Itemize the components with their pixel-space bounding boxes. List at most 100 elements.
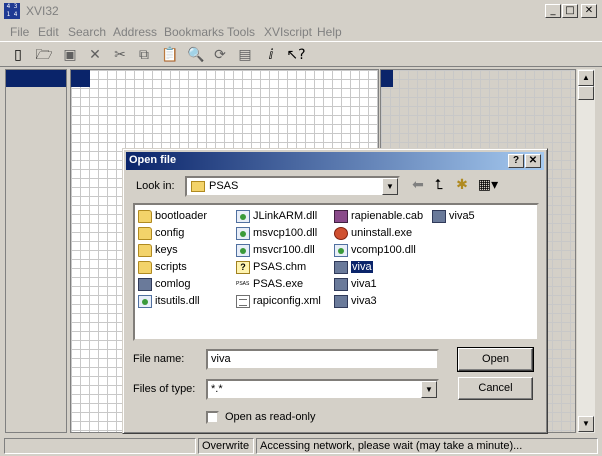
xml-file-icon: [236, 294, 250, 308]
list-item[interactable]: msvcp100.dll: [236, 225, 317, 241]
files-of-type-value: *.*: [211, 383, 223, 395]
window-title: XVI32: [26, 4, 59, 18]
list-item[interactable]: vcomp100.dll: [334, 242, 416, 258]
readonly-label: Open as read-only: [225, 411, 316, 423]
new-icon[interactable]: ▯: [8, 46, 28, 64]
dll-icon: [236, 209, 250, 223]
cancel-button[interactable]: Cancel: [458, 377, 533, 400]
open-icon[interactable]: 🗁: [34, 46, 54, 64]
text-cursor: [381, 70, 393, 87]
status-mode: Overwrite: [198, 438, 254, 454]
look-in-value: PSAS: [209, 180, 239, 192]
cut-icon[interactable]: ✂: [110, 46, 130, 64]
menu-bar: File Edit Search Address Bookmarks Tools…: [0, 22, 602, 41]
menu-search[interactable]: Search: [68, 25, 106, 39]
properties-icon[interactable]: ▤: [235, 46, 255, 64]
view-menu-icon[interactable]: ▦▾: [475, 176, 501, 194]
close-button[interactable]: ✕: [581, 4, 597, 18]
folder-icon: [138, 209, 152, 223]
list-item[interactable]: JLinkARM.dll: [236, 208, 317, 224]
title-bar: 4 3 1 4 XVI32 _ □ ✕: [0, 0, 602, 22]
list-item[interactable]: itsutils.dll: [138, 293, 200, 309]
open-button[interactable]: Open: [457, 347, 534, 372]
status-cell-1: [4, 438, 196, 454]
list-item[interactable]: scripts: [138, 259, 187, 275]
dialog-title: Open file: [129, 154, 177, 166]
uninstall-icon: [334, 226, 348, 240]
look-in-combo[interactable]: PSAS ▼: [185, 176, 400, 197]
folder-icon: [138, 260, 152, 274]
list-item[interactable]: uninstall.exe: [334, 225, 412, 241]
up-folder-icon[interactable]: ⮤: [429, 176, 449, 194]
list-item[interactable]: viva1: [334, 276, 377, 292]
menu-bookmarks[interactable]: Bookmarks: [164, 25, 224, 39]
copy-icon[interactable]: ⧉: [134, 46, 154, 64]
menu-tools[interactable]: Tools: [227, 25, 255, 39]
menu-address[interactable]: Address: [113, 25, 157, 39]
menu-help[interactable]: Help: [317, 25, 342, 39]
paste-icon[interactable]: 📋: [160, 46, 180, 64]
list-item[interactable]: config: [138, 225, 184, 241]
list-item[interactable]: comlog: [138, 276, 190, 292]
new-folder-icon[interactable]: ✱: [452, 176, 472, 194]
exe-icon: [138, 277, 152, 291]
exe-icon: [432, 209, 446, 223]
list-item[interactable]: rapienable.cab: [334, 208, 423, 224]
status-bar: Overwrite Accessing network, please wait…: [0, 436, 602, 456]
folder-icon: [138, 243, 152, 257]
minimize-button[interactable]: _: [545, 4, 561, 18]
dll-icon: [138, 294, 152, 308]
help-file-icon: ?: [236, 260, 250, 274]
file-name-label: File name:: [133, 353, 185, 365]
dialog-help-button[interactable]: ?: [508, 154, 524, 168]
file-list[interactable]: bootloader config keys scripts comlog it…: [133, 203, 539, 341]
app-exe-icon: PSAS: [236, 280, 250, 287]
dialog-title-bar: Open file ? ✕: [126, 152, 544, 170]
app-icon: 4 3 1 4: [4, 3, 20, 19]
look-in-label: Look in:: [136, 180, 175, 192]
info-icon[interactable]: ⅈ: [261, 46, 281, 64]
list-item-selected[interactable]: viva: [334, 259, 373, 275]
list-item[interactable]: keys: [138, 242, 178, 258]
menu-xviscript[interactable]: XVIscript: [264, 25, 312, 39]
delete-icon[interactable]: ✕: [85, 46, 105, 64]
files-of-type-label: Files of type:: [133, 383, 196, 395]
menu-file[interactable]: File: [10, 25, 29, 39]
chevron-down-icon[interactable]: ▼: [382, 178, 398, 195]
hex-cursor: [71, 70, 90, 87]
scroll-down-icon[interactable]: ▼: [578, 416, 594, 432]
find-icon[interactable]: 🔍: [186, 46, 206, 64]
scroll-up-icon[interactable]: ▲: [578, 70, 594, 86]
dll-icon: [236, 226, 250, 240]
vertical-scrollbar[interactable]: ▲ ▼: [577, 69, 595, 433]
list-item[interactable]: PSAS PSAS.exe: [236, 276, 303, 292]
scroll-thumb[interactable]: [578, 86, 594, 100]
dll-icon: [236, 243, 250, 257]
exe-icon: [334, 294, 348, 308]
chevron-down-icon[interactable]: ▼: [421, 381, 437, 398]
replace-icon[interactable]: ⟳: [210, 46, 230, 64]
help-icon[interactable]: ↖?: [286, 46, 306, 64]
dialog-close-button[interactable]: ✕: [525, 154, 541, 168]
folder-icon: [191, 181, 205, 192]
list-item[interactable]: viva5: [432, 208, 475, 224]
readonly-checkbox[interactable]: [206, 411, 219, 424]
open-file-dialog: Open file ? ✕ Look in: PSAS ▼ ⬅ ⮤ ✱ ▦▾ b…: [122, 148, 548, 434]
list-item[interactable]: msvcr100.dll: [236, 242, 315, 258]
maximize-button[interactable]: □: [562, 4, 578, 18]
toolbar: ▯ 🗁 ▣ ✕ ✂ ⧉ 📋 🔍 ⟳ ▤ ⅈ ↖?: [0, 41, 602, 67]
list-item[interactable]: ? PSAS.chm: [236, 259, 306, 275]
address-pane: [5, 69, 67, 433]
list-item[interactable]: rapiconfig.xml: [236, 293, 321, 309]
save-icon[interactable]: ▣: [60, 46, 80, 64]
exe-icon: [334, 260, 348, 274]
list-item[interactable]: viva3: [334, 293, 377, 309]
address-cursor: [6, 70, 66, 87]
files-of-type-combo[interactable]: *.* ▼: [206, 379, 439, 400]
folder-icon: [138, 226, 152, 240]
file-name-input[interactable]: viva: [206, 349, 439, 370]
list-item[interactable]: bootloader: [138, 208, 207, 224]
menu-edit[interactable]: Edit: [38, 25, 59, 39]
back-icon[interactable]: ⬅: [408, 176, 428, 194]
cab-file-icon: [334, 209, 348, 223]
